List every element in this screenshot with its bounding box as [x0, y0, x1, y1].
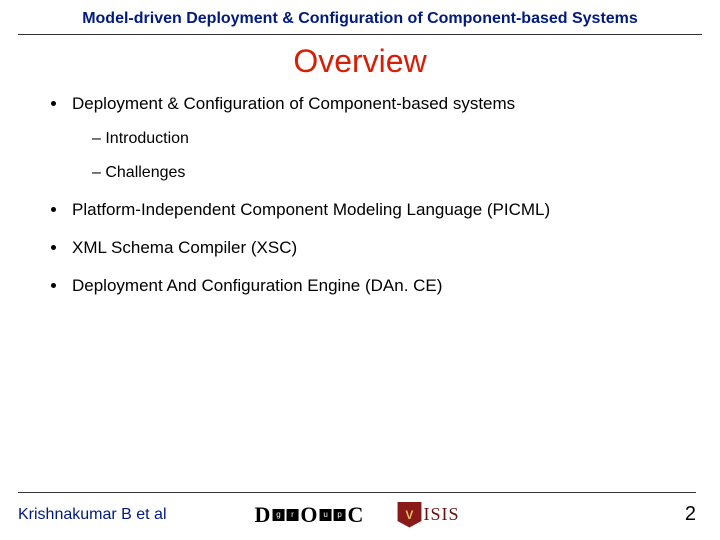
footer-logos: D g r O u p C V ISIS	[255, 502, 460, 528]
slide-title: Overview	[0, 43, 720, 80]
doc-group-logo: D g r O u p C	[255, 504, 364, 526]
logo-cell: r	[286, 509, 298, 521]
bullet-item: XML Schema Compiler (XSC)	[68, 238, 680, 258]
header-title: Model-driven Deployment & Configuration …	[82, 10, 638, 27]
isis-logo: V ISIS	[397, 502, 459, 528]
bullet-text: Deployment & Configuration of Component-…	[72, 94, 515, 113]
logo-letter-c: C	[348, 504, 364, 526]
logo-grid: u p	[320, 509, 346, 521]
page-number: 2	[666, 503, 696, 526]
sub-bullet-list: Introduction Challenges	[72, 130, 680, 182]
sub-bullet-text: Introduction	[105, 130, 189, 147]
bullet-item: Deployment & Configuration of Component-…	[68, 94, 680, 182]
logo-cell: g	[272, 509, 284, 521]
bullet-text: Platform-Independent Component Modeling …	[72, 200, 550, 219]
bullet-list: Deployment & Configuration of Component-…	[40, 94, 680, 296]
header-bar: Model-driven Deployment & Configuration …	[18, 0, 702, 35]
isis-text: ISIS	[423, 504, 459, 525]
logo-cell: p	[334, 509, 346, 521]
logo-letter-o: O	[300, 504, 317, 526]
sub-bullet-item: Challenges	[92, 164, 680, 182]
footer: Krishnakumar B et al D g r O u p C V ISI…	[18, 492, 696, 526]
bullet-text: Deployment And Configuration Engine (DAn…	[72, 276, 442, 295]
logo-letter-d: D	[255, 504, 271, 526]
author-text: Krishnakumar B et al	[18, 506, 198, 524]
bullet-text: XML Schema Compiler (XSC)	[72, 238, 297, 257]
sub-bullet-item: Introduction	[92, 130, 680, 148]
bullet-item: Platform-Independent Component Modeling …	[68, 200, 680, 220]
shield-icon: V	[397, 502, 421, 528]
slide: Model-driven Deployment & Configuration …	[0, 0, 720, 540]
sub-bullet-text: Challenges	[105, 164, 185, 181]
logo-cell: u	[320, 509, 332, 521]
bullet-item: Deployment And Configuration Engine (DAn…	[68, 276, 680, 296]
content-area: Deployment & Configuration of Component-…	[0, 94, 720, 296]
logo-grid: g r	[272, 509, 298, 521]
